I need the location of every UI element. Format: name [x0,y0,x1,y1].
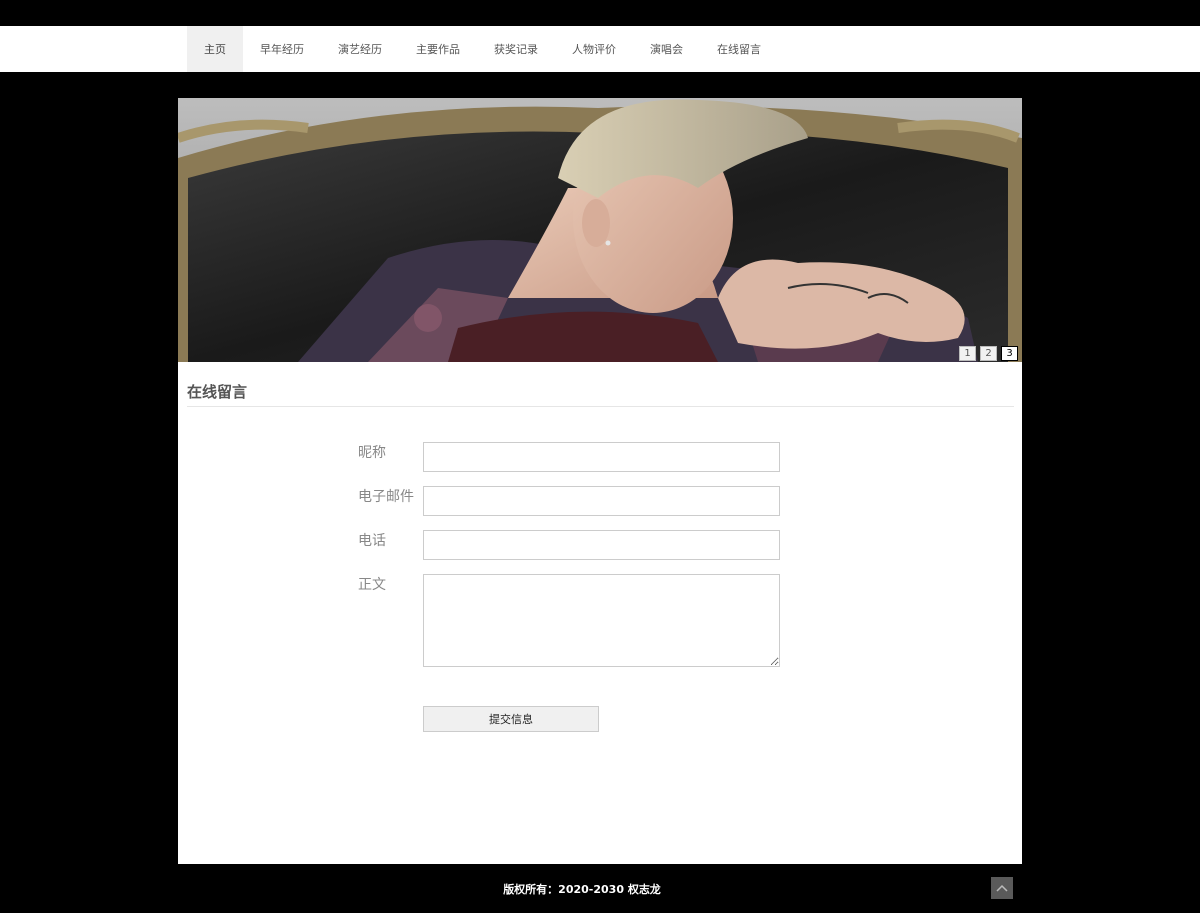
nav-item-home[interactable]: 主页 [187,26,243,72]
pager-button-1[interactable]: 1 [959,346,976,361]
nav-item-reviews[interactable]: 人物评价 [555,26,633,72]
nav-item-awards[interactable]: 获奖记录 [477,26,555,72]
nickname-label: 昵称 [358,445,386,461]
banner-pager: 1 2 3 [959,346,1018,361]
email-input[interactable] [423,486,780,516]
body-textarea[interactable] [423,574,780,667]
banner-image [178,98,1022,362]
nav-item-guestbook[interactable]: 在线留言 [700,26,778,72]
submit-button[interactable]: 提交信息 [423,706,599,732]
pager-button-2[interactable]: 2 [980,346,997,361]
main-content: 1 2 3 在线留言 昵称 电子邮件 电话 正文 提交信息 [178,98,1022,864]
nav-item-concerts[interactable]: 演唱会 [633,26,700,72]
email-label: 电子邮件 [358,489,414,505]
nav-item-early-life[interactable]: 早年经历 [243,26,321,72]
nav-item-career[interactable]: 演艺经历 [321,26,399,72]
nav-item-works[interactable]: 主要作品 [399,26,477,72]
body-label: 正文 [358,577,386,593]
section-divider [187,406,1014,407]
phone-label: 电话 [358,533,386,549]
banner-slideshow: 1 2 3 [178,98,1022,362]
back-to-top-button[interactable] [991,877,1013,899]
main-nav: 主页 早年经历 演艺经历 主要作品 获奖记录 人物评价 演唱会 在线留言 [187,26,778,72]
phone-input[interactable] [423,530,780,560]
top-nav-bar: 主页 早年经历 演艺经历 主要作品 获奖记录 人物评价 演唱会 在线留言 [0,26,1200,72]
nickname-input[interactable] [423,442,780,472]
footer-copyright: 版权所有：2020-2030 权志龙 [503,883,661,896]
pager-button-3[interactable]: 3 [1001,346,1018,361]
chevron-up-icon [996,884,1008,892]
section-title: 在线留言 [187,383,248,401]
